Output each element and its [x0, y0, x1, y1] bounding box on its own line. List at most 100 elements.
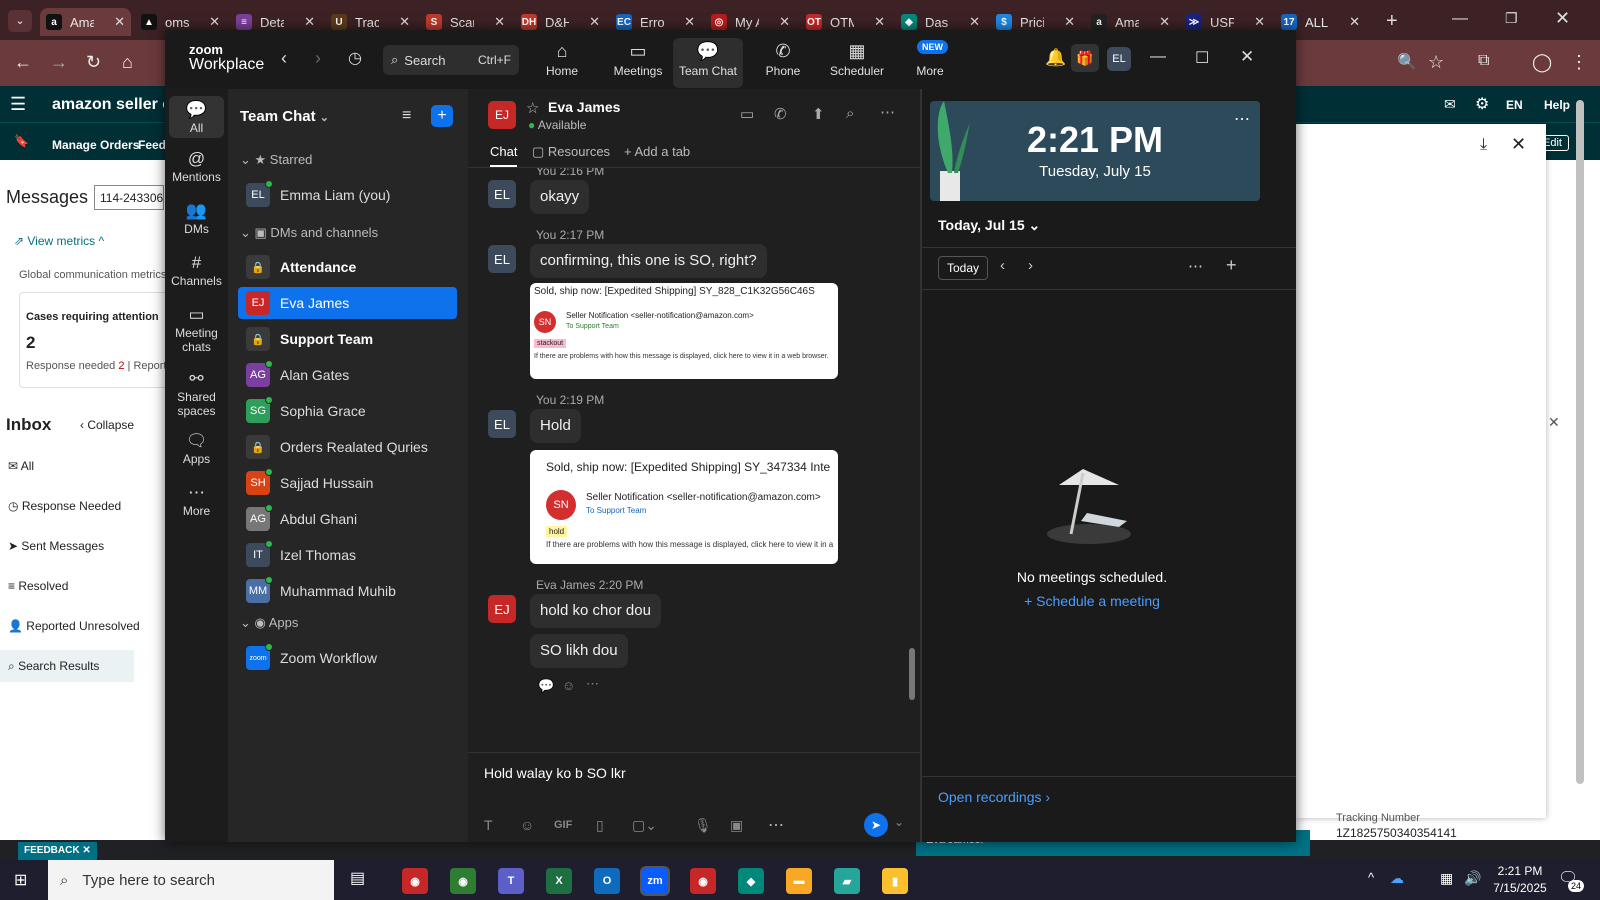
- more-tools-icon[interactable]: ⋯: [768, 815, 784, 835]
- tab-chat[interactable]: Chat: [490, 144, 518, 167]
- chat-list-item[interactable]: 🔒 Orders Realated Quries: [238, 431, 457, 463]
- clock-more-icon[interactable]: ⋯: [1234, 109, 1250, 129]
- chat-list-item[interactable]: 🔒 Attendance: [238, 251, 457, 283]
- email-screenshot-2[interactable]: Sold, ship now: [Expedited Shipping] SY_…: [530, 450, 838, 564]
- show-hidden-icons[interactable]: ^: [1368, 870, 1374, 885]
- contact-name[interactable]: Eva James: [548, 99, 620, 115]
- bookmark-star-icon[interactable]: ☆: [1428, 52, 1444, 73]
- message-bubble[interactable]: okayy: [530, 180, 590, 214]
- screenshot-icon[interactable]: ▢⌄: [632, 817, 657, 834]
- close-section-icon[interactable]: ✕: [1548, 414, 1560, 431]
- rail-channels[interactable]: # Channels: [169, 252, 224, 288]
- zoom-forward-icon[interactable]: ›: [315, 48, 321, 69]
- amazon-logo[interactable]: amazon seller cent: [52, 96, 164, 114]
- message-bubble[interactable]: confirming, this one is SO, right?: [530, 244, 767, 278]
- file-icon[interactable]: ▯: [596, 817, 604, 834]
- nav-scheduler[interactable]: ▦ Scheduler: [822, 38, 892, 88]
- video-message-icon[interactable]: ▣: [730, 817, 743, 834]
- nav-meetings[interactable]: ▭ Meetings: [603, 38, 673, 88]
- view-metrics-link[interactable]: ⇗ View metrics ^: [14, 234, 104, 248]
- tab-close-icon[interactable]: ✕: [209, 14, 220, 30]
- tab-close-icon[interactable]: ✕: [969, 14, 980, 30]
- task-view-icon[interactable]: ▤: [350, 868, 365, 888]
- taskbar-app-icon[interactable]: ▮: [882, 868, 908, 894]
- chat-list-item[interactable]: SG Sophia Grace: [238, 395, 457, 427]
- open-recordings-link[interactable]: Open recordings ›: [938, 789, 1050, 805]
- mail-icon[interactable]: ✉: [1444, 96, 1456, 113]
- onedrive-icon[interactable]: ☁: [1390, 870, 1404, 887]
- tab-list-button[interactable]: ⌄: [8, 10, 32, 32]
- rail-shared-spaces[interactable]: ⚯ Shared spaces: [169, 368, 224, 418]
- taskbar-app-icon[interactable]: ▬: [786, 868, 812, 894]
- starred-section[interactable]: ⌄ ★ Starred: [240, 152, 312, 168]
- team-chat-title[interactable]: Team Chat ⌄: [240, 108, 329, 125]
- cal-more-icon[interactable]: ⋯: [1188, 257, 1203, 275]
- message-more-icon[interactable]: ⋯: [586, 676, 599, 692]
- taskbar-app-icon[interactable]: T: [498, 868, 524, 894]
- share-screen-icon[interactable]: ⬆: [812, 105, 825, 123]
- contact-avatar[interactable]: EJ: [488, 101, 516, 129]
- tab-close-icon[interactable]: ✕: [684, 14, 695, 30]
- reply-icon[interactable]: 💬: [538, 678, 554, 694]
- email-screenshot-1[interactable]: Sold, ship now: [Expedited Shipping] SY_…: [530, 283, 838, 379]
- tab-close-icon[interactable]: ✕: [304, 14, 315, 30]
- taskbar-app-icon[interactable]: O: [594, 868, 620, 894]
- inbox-folder[interactable]: ➤ Sent Messages: [8, 539, 104, 553]
- phone-call-icon[interactable]: ✆: [774, 105, 787, 123]
- apps-section[interactable]: ⌄ ◉ Apps: [240, 615, 298, 631]
- inbox-folder[interactable]: ⌕ Search Results: [0, 650, 134, 682]
- tab-close-icon[interactable]: ✕: [874, 14, 885, 30]
- inbox-folder[interactable]: ≡ Resolved: [8, 579, 68, 593]
- compose-input[interactable]: Hold walay ko b SO lkr: [484, 765, 904, 781]
- forward-icon[interactable]: →: [50, 52, 68, 73]
- download-icon[interactable]: ⤓: [1480, 136, 1487, 154]
- next-day-icon[interactable]: ›: [1028, 257, 1033, 274]
- clock-time-tray[interactable]: 2:21 PM: [1490, 864, 1550, 878]
- profile-icon[interactable]: ◯: [1532, 52, 1552, 73]
- zoom-search-box[interactable]: ⌕ Search Ctrl+F: [383, 45, 519, 75]
- taskbar-app-icon[interactable]: ◉: [450, 868, 476, 894]
- rail-mentions[interactable]: @ Mentions: [169, 148, 224, 184]
- tab-close-icon[interactable]: ✕: [1159, 14, 1170, 30]
- tab-close-icon[interactable]: ✕: [399, 14, 410, 30]
- feedback-button[interactable]: FEEDBACK ✕: [18, 842, 97, 860]
- manage-orders-link[interactable]: Manage Orders: [52, 138, 139, 152]
- tab-close-icon[interactable]: ✕: [1254, 14, 1265, 30]
- settings-icon[interactable]: ⚙: [1475, 94, 1489, 114]
- tab-close-icon[interactable]: ✕: [779, 14, 790, 30]
- emoji-reaction-icon[interactable]: ☺: [562, 678, 575, 693]
- chat-search-icon[interactable]: ⌕: [846, 105, 854, 122]
- rail-meeting-chats[interactable]: ▭ Meeting chats: [169, 304, 224, 354]
- gift-icon[interactable]: 🎁: [1071, 44, 1099, 72]
- today-button[interactable]: Today: [938, 256, 989, 280]
- back-icon[interactable]: ←: [14, 52, 32, 73]
- gif-button[interactable]: GIF: [554, 819, 572, 831]
- inbox-folder[interactable]: 👤 Reported Unresolved: [8, 619, 140, 633]
- user-avatar[interactable]: EL: [1107, 47, 1131, 71]
- send-button[interactable]: ➤: [864, 813, 888, 837]
- zoom-close-icon[interactable]: ✕: [1240, 47, 1254, 67]
- help-link[interactable]: Help: [1544, 98, 1570, 112]
- language-select[interactable]: EN: [1506, 98, 1523, 112]
- tab-close-icon[interactable]: ✕: [1064, 14, 1075, 30]
- chat-list-item[interactable]: EL Emma Liam (you): [238, 179, 457, 211]
- network-icon[interactable]: ▦: [1440, 870, 1453, 887]
- tab-close-icon[interactable]: ✕: [114, 14, 125, 30]
- chat-list-item[interactable]: SH Sajjad Hussain: [238, 467, 457, 499]
- prev-day-icon[interactable]: ‹: [1000, 257, 1005, 274]
- message-bubble[interactable]: SO likh dou: [530, 634, 628, 668]
- rail-more[interactable]: ⋯ More: [169, 482, 224, 518]
- menu-dots-icon[interactable]: ⋮: [1570, 52, 1588, 73]
- rail-all[interactable]: 💬 All: [169, 96, 224, 138]
- send-options-icon[interactable]: ⌄: [894, 815, 904, 829]
- start-windows-icon[interactable]: ⊞: [14, 870, 27, 890]
- browser-scrollbar[interactable]: [1576, 100, 1584, 784]
- dms-section[interactable]: ⌄ ▣ DMs and channels: [240, 225, 378, 241]
- inbox-folder[interactable]: ✉ All: [8, 459, 34, 473]
- nav-team-chat[interactable]: 💬 Team Chat: [673, 38, 743, 88]
- volume-icon[interactable]: 🔊: [1464, 870, 1481, 887]
- extensions-icon[interactable]: ⧉: [1478, 52, 1489, 70]
- new-tab-button[interactable]: +: [1386, 10, 1398, 33]
- taskbar-search-box[interactable]: ⌕ Type here to search: [48, 860, 334, 900]
- format-text-icon[interactable]: T: [484, 817, 493, 833]
